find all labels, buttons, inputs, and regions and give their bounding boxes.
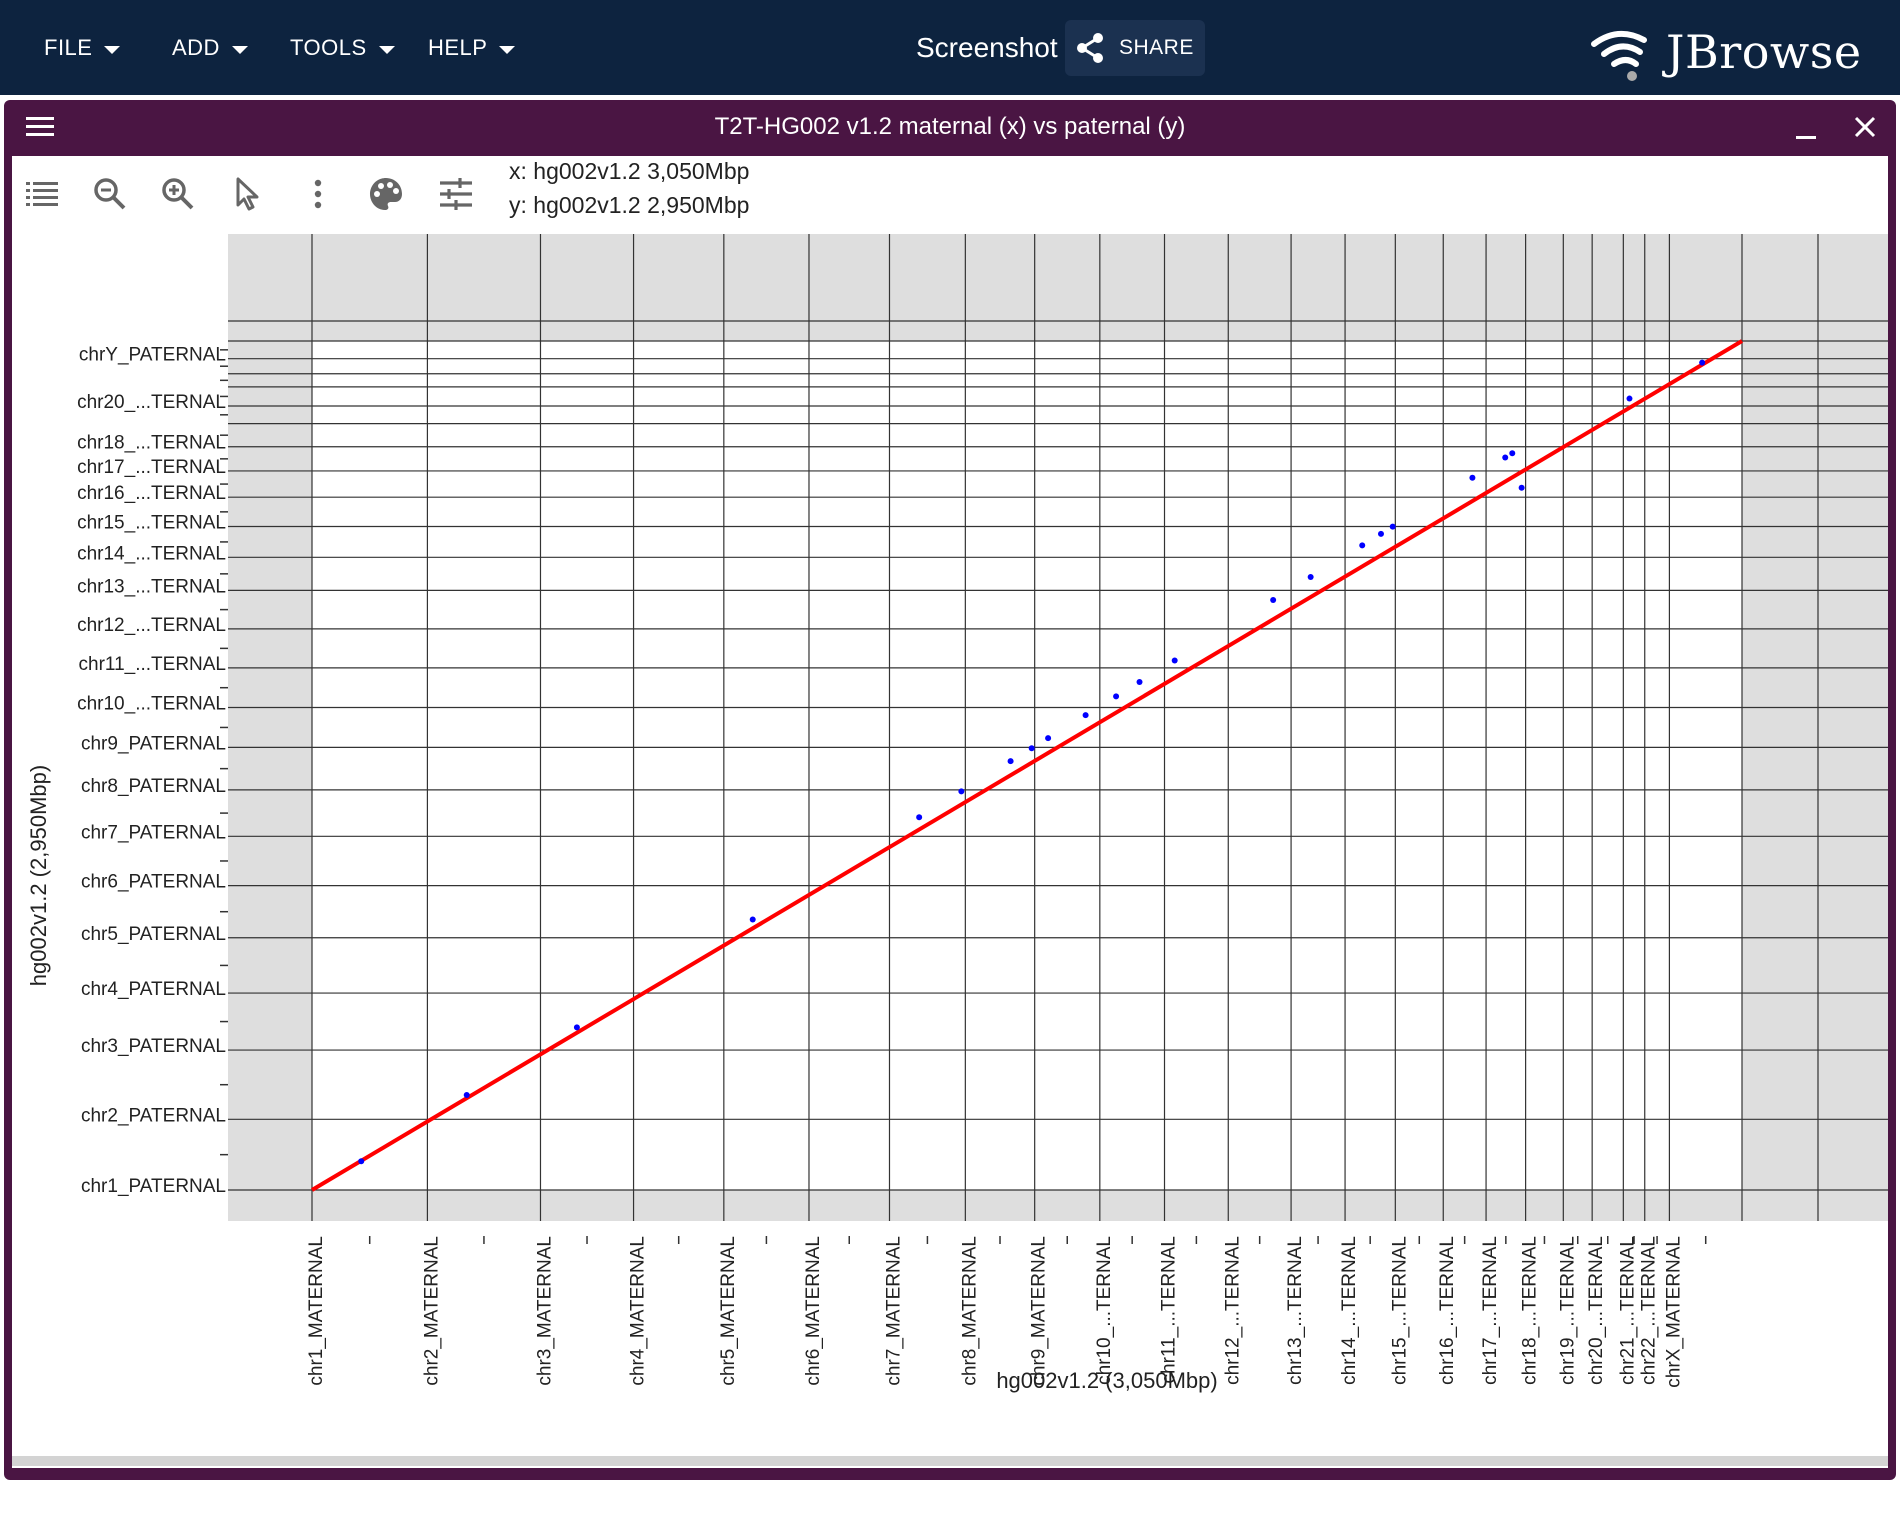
inversion-point [573, 1024, 580, 1031]
file-menu-button[interactable]: FILE [44, 28, 121, 68]
x-axis-chrom-label: chr7_MATERNAL [883, 1236, 904, 1386]
inversion-point [358, 1158, 365, 1165]
inversion-point [958, 788, 965, 795]
x-axis-chrom-label: chr10_...TERNAL [1094, 1236, 1115, 1385]
jbrowse-logo: JBrowse [1590, 22, 1862, 82]
inversion-point [1136, 679, 1143, 686]
y-axis-chrom-label: chr10_...TERNAL [77, 694, 226, 715]
inversion-point [1518, 484, 1525, 491]
tools-menu-button[interactable]: TOOLS [290, 28, 395, 68]
dotplot-chart[interactable]: chr1_MATERNAL chr2_MATERNAL chr3_MATERNAL c… [12, 156, 1888, 1456]
x-axis-chrom-label: chr8_MATERNAL [959, 1236, 980, 1386]
jbrowse-logo-icon [1591, 31, 1647, 81]
x-axis-chrom-label: chr22_...TERNAL [1639, 1236, 1660, 1385]
y-axis-chrom-label: chr14_...TERNAL [77, 543, 226, 564]
inversion-point [1359, 542, 1366, 549]
inversion-point [916, 814, 923, 821]
y-axis-title: hg002v1.2 (2,950Mbp) [26, 765, 51, 986]
y-axis-chrom-label: chr8_PATERNAL [81, 776, 226, 797]
x-axis-chrom-label: chr17_...TERNAL [1480, 1236, 1501, 1385]
share-button[interactable]: SHARE [1065, 20, 1205, 76]
inversion-point [1171, 657, 1178, 664]
inversion-point [1469, 474, 1476, 481]
y-axis-chrom-label: chr16_...TERNAL [77, 483, 226, 504]
x-axis-chrom-label: chr18_...TERNAL [1520, 1236, 1541, 1385]
y-axis-chrom-label: chr15_...TERNAL [77, 513, 226, 534]
x-axis-chrom-label: chr2_MATERNAL [421, 1236, 442, 1386]
minimize-icon[interactable] [1796, 136, 1816, 139]
view-body: x: hg002v1.2 3,050Mbp y: hg002v1.2 2,950… [12, 156, 1888, 1468]
chevron-down-icon [231, 46, 248, 54]
inversion-point [1082, 712, 1089, 719]
chevron-down-icon [378, 46, 395, 54]
x-axis-title: hg002v1.2 (3,050Mbp) [996, 1368, 1217, 1393]
inversion-point [1270, 597, 1277, 604]
x-axis-chrom-label: chr3_MATERNAL [534, 1236, 555, 1386]
y-axis-chrom-label: chr6_PATERNAL [81, 872, 226, 893]
session-name[interactable]: Screenshot [916, 28, 1058, 68]
inversion-point [1028, 745, 1035, 752]
help-menu-label: HELP [428, 35, 488, 60]
inversion-point [1509, 450, 1516, 457]
y-axis-chrom-label: chr17_...TERNAL [77, 457, 226, 478]
view-bottom-border [12, 1456, 1888, 1466]
x-axis-chrom-label: chr11_...TERNAL [1159, 1236, 1180, 1383]
x-axis-chrom-label: chr14_...TERNAL [1339, 1236, 1360, 1385]
share-icon [1077, 33, 1103, 63]
x-axis-chrom-label: chr12_...TERNAL [1222, 1236, 1243, 1385]
y-axis-chrom-label: chr7_PATERNAL [81, 822, 226, 843]
add-menu-label: ADD [172, 35, 220, 60]
inversion-point [1007, 758, 1014, 765]
inversion-point [749, 916, 756, 923]
inversion-point [1626, 395, 1633, 402]
x-axis-chrom-label: chrX_MATERNAL [1663, 1236, 1684, 1388]
x-axis-chrom-label: chr19_...TERNAL [1557, 1236, 1578, 1385]
app-bar: FILE ADD TOOLS HELP Screenshot SHARE JBr… [0, 0, 1900, 95]
x-axis-chrom-label: chr13_...TERNAL [1285, 1236, 1306, 1385]
x-axis-chrom-label: chr1_MATERNAL [306, 1236, 327, 1386]
chevron-down-icon [499, 46, 516, 54]
inversion-point [1389, 523, 1396, 530]
add-menu-button[interactable]: ADD [172, 28, 248, 68]
y-axis-chrom-label: chr5_PATERNAL [81, 924, 226, 945]
y-axis-chrom-label: chrY_PATERNAL [79, 345, 226, 366]
x-axis-chrom-label: chr5_MATERNAL [718, 1236, 739, 1386]
x-axis-chrom-label: chr9_MATERNAL [1029, 1236, 1050, 1386]
close-icon[interactable] [1854, 116, 1876, 138]
x-axis-chrom-label: chr16_...TERNAL [1437, 1236, 1458, 1385]
y-axis-chrom-label: chr13_...TERNAL [77, 576, 226, 597]
chevron-down-icon [104, 46, 121, 54]
tools-menu-label: TOOLS [290, 35, 367, 60]
view-header: T2T-HG002 v1.2 maternal (x) vs paternal … [4, 100, 1896, 156]
inversion-point [1502, 454, 1509, 461]
y-axis-chrom-label: chr3_PATERNAL [81, 1036, 226, 1057]
logo-text: JBrowse [1666, 25, 1862, 79]
dotplot-view: T2T-HG002 v1.2 maternal (x) vs paternal … [4, 100, 1896, 1480]
inversion-point [1113, 693, 1120, 700]
y-axis-chrom-label: chr4_PATERNAL [81, 979, 226, 1000]
x-axis-chrom-label: chr4_MATERNAL [628, 1236, 649, 1386]
help-menu-button[interactable]: HELP [428, 28, 516, 68]
x-axis-chrom-label: chr20_...TERNAL [1586, 1236, 1607, 1385]
inversion-point [1699, 359, 1706, 366]
inversion-point [1307, 573, 1314, 580]
x-axis-chrom-label: chr15_...TERNAL [1389, 1236, 1410, 1385]
x-axis-chrom-label: chr6_MATERNAL [803, 1236, 824, 1386]
inversion-point [463, 1092, 470, 1099]
y-axis-chrom-label: chr1_PATERNAL [81, 1176, 226, 1197]
view-title[interactable]: T2T-HG002 v1.2 maternal (x) vs paternal … [4, 113, 1896, 141]
y-axis-chrom-label: chr20_...TERNAL [77, 392, 226, 413]
y-axis-chrom-label: chr9_PATERNAL [81, 733, 226, 754]
y-axis-chrom-label: chr11_...TERNAL [79, 654, 226, 675]
y-axis-chrom-label: chr2_PATERNAL [81, 1105, 226, 1126]
share-label: SHARE [1119, 36, 1194, 59]
y-axis-chrom-label: chr12_...TERNAL [77, 615, 226, 636]
inversion-point [1045, 735, 1052, 742]
file-menu-label: FILE [44, 35, 93, 60]
inversion-point [1377, 530, 1384, 537]
y-axis-chrom-label: chr18_...TERNAL [77, 433, 226, 454]
x-axis-chrom-label: chr21_...TERNAL [1617, 1236, 1638, 1385]
